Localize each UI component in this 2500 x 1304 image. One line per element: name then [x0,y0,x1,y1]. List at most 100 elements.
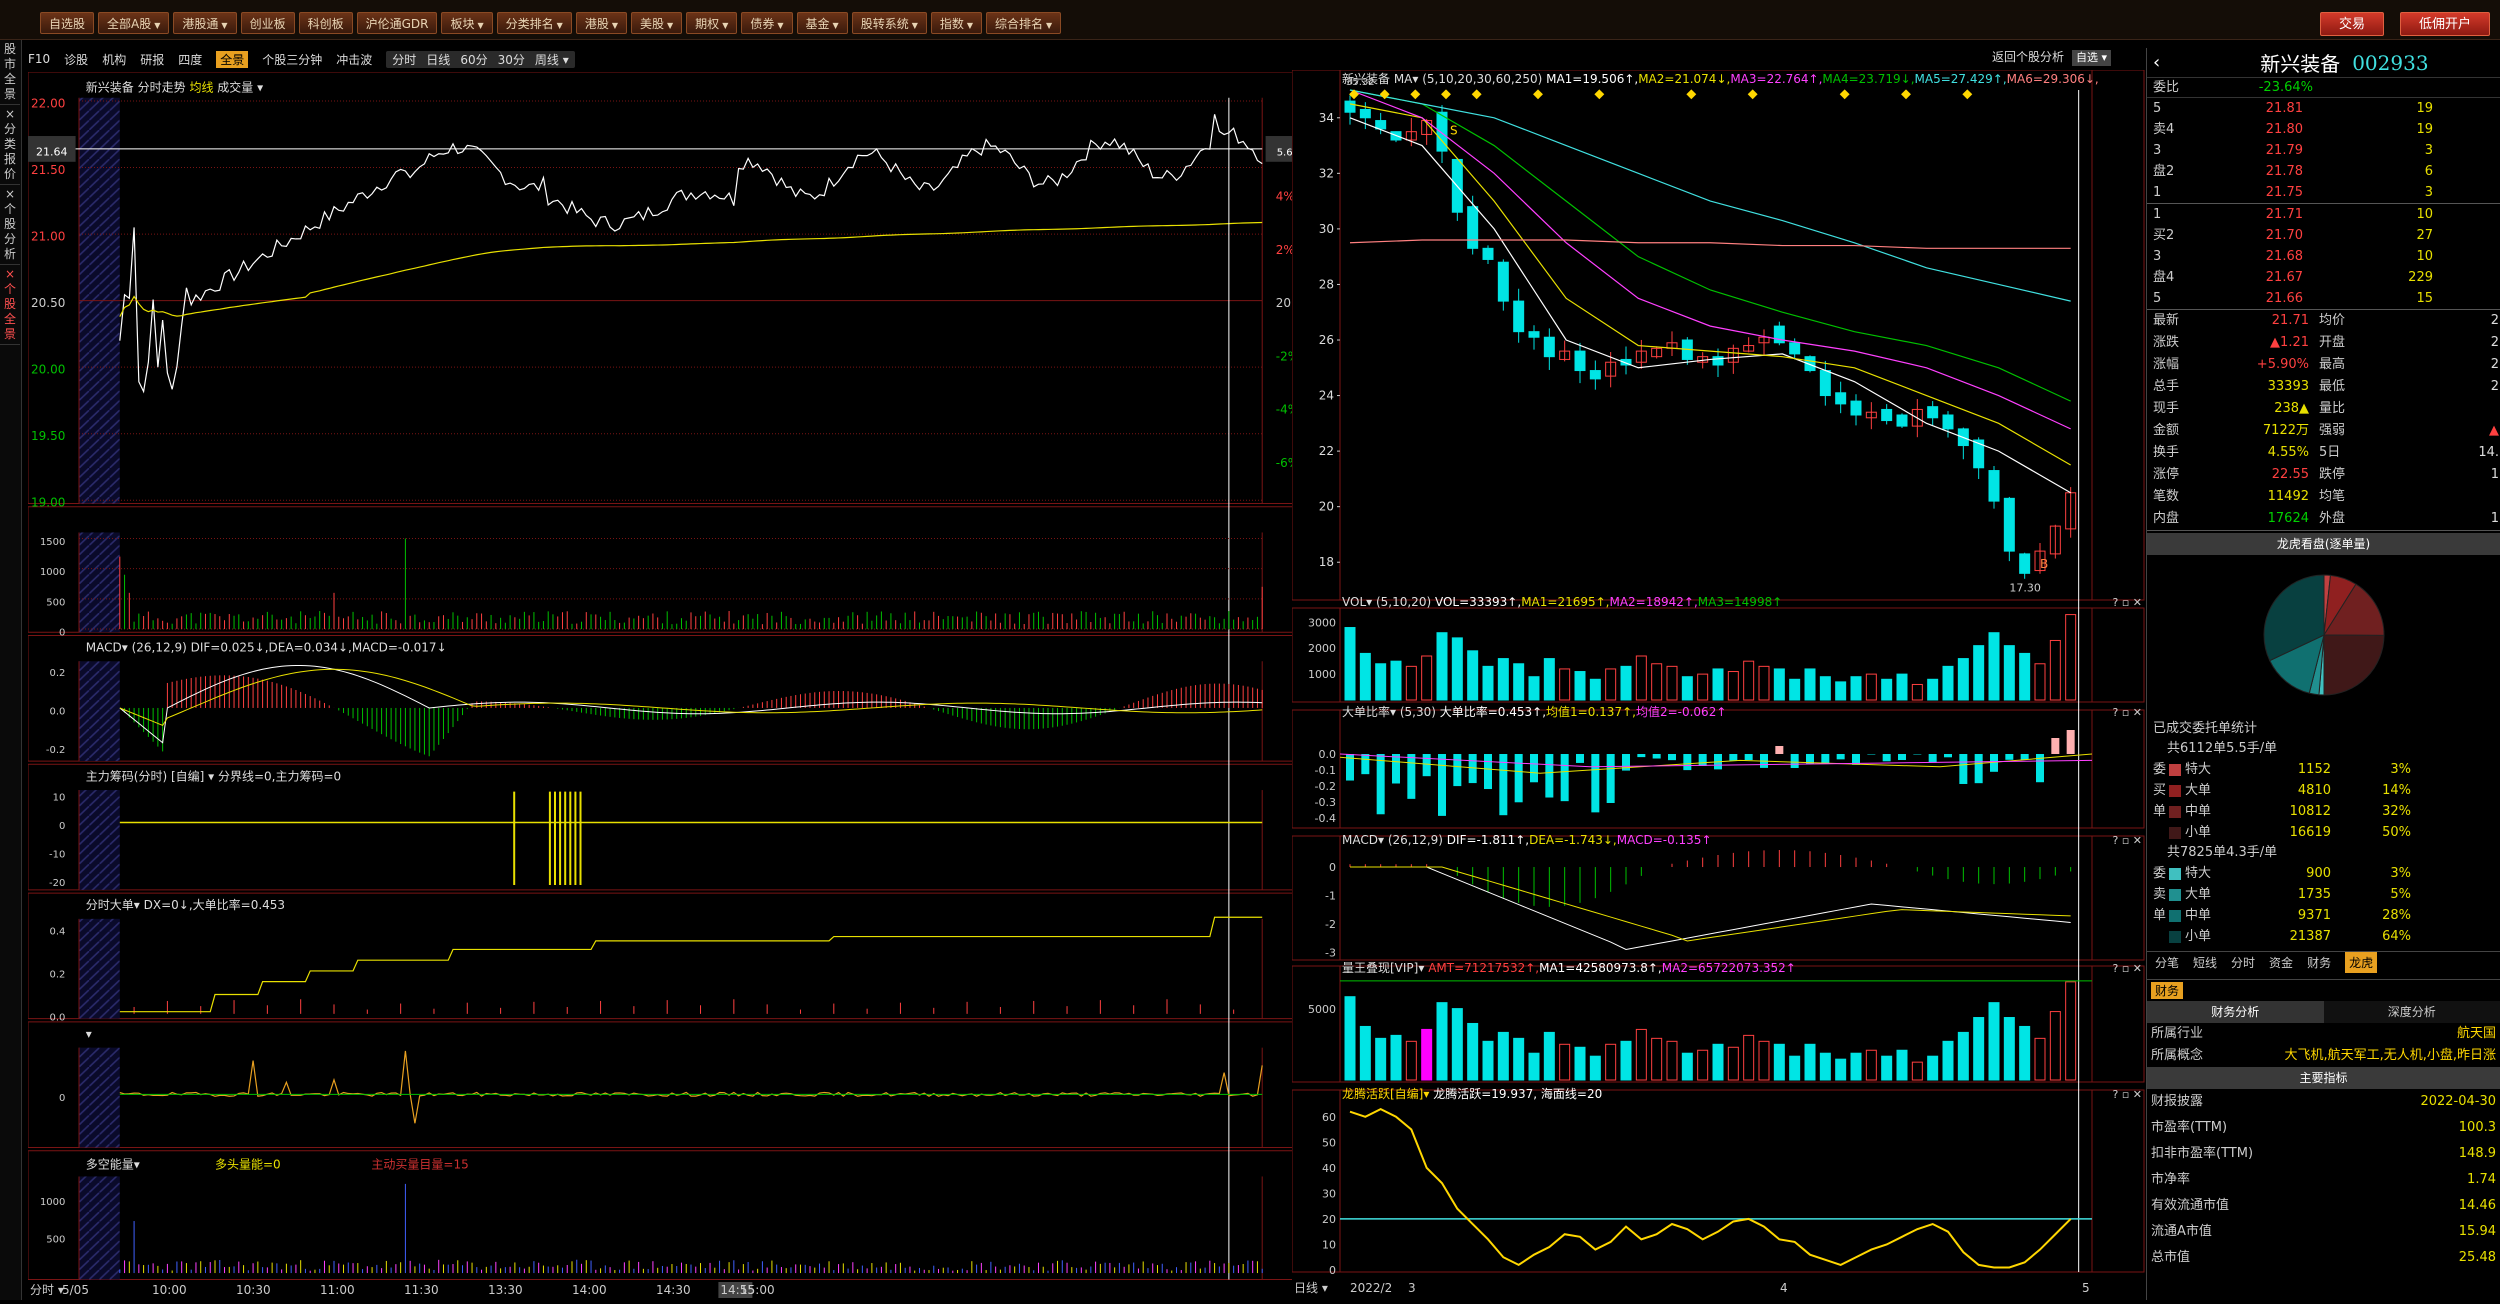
quote-tab-0[interactable]: 分笔 [2155,952,2179,973]
book-row[interactable]: 321.6810 [2147,246,2500,267]
pane-window-controls[interactable]: ? ▫ ✕ [2112,834,2142,847]
ddbl-bar [2051,738,2059,754]
subbar-tool-0[interactable]: 个股三分钟 [262,51,322,68]
book-row[interactable]: 卖421.8019 [2147,119,2500,140]
pane-window-controls[interactable]: ? ▫ ✕ [2112,962,2142,975]
event-marker-icon[interactable] [1533,89,1543,99]
candle-body [1836,393,1846,404]
event-marker-icon[interactable] [1410,89,1420,99]
subbar-item-0[interactable]: F10 [28,52,50,66]
back-to-analysis-button[interactable]: 返回个股分析 [1992,50,2064,64]
menu-item-6[interactable]: 板块▼ [441,12,492,34]
period-1[interactable]: 日线 [426,51,450,68]
menu-item-14[interactable]: 指数▼ [931,12,982,34]
side-tab-3[interactable]: ×个 股 全 景 [0,265,20,345]
menu-item-9[interactable]: 美股▼ [631,12,682,34]
subbar-item-2[interactable]: 机构 [102,51,126,68]
quote-tab-1[interactable]: 短线 [2193,952,2217,973]
period-2[interactable]: 60分 [460,51,487,68]
pane-window-controls[interactable]: ? ▫ ✕ [2112,596,2142,609]
event-marker-icon[interactable] [1748,89,1758,99]
menu-item-13[interactable]: 股转系统▼ [852,12,927,34]
pct-tick-right: -4% [1276,403,1292,417]
fin-analysis-tab[interactable]: 财务分析 [2147,1001,2324,1023]
chevron-down-icon: ▼ [967,21,973,30]
ddbl-bar [1975,754,1983,783]
menu-item-12[interactable]: 基金▼ [797,12,848,34]
menu-item-5[interactable]: 沪伦通GDR [357,12,438,34]
book-row[interactable]: 盘421.67229 [2147,267,2500,288]
quote-tab-3[interactable]: 资金 [2269,952,2293,973]
daily-pane-3 [1292,836,2144,960]
period-4[interactable]: 周线 ▾ [535,51,569,68]
fin-label: 有效流通市值 [2151,1193,2351,1219]
daily-vol-bar [1851,677,1861,700]
subbar-item-1[interactable]: 诊股 [64,51,88,68]
period-3[interactable]: 30分 [498,51,525,68]
event-marker-icon[interactable] [1472,89,1482,99]
order-value: 16619 [2241,822,2331,843]
event-marker-icon[interactable] [1840,89,1850,99]
menu-item-3[interactable]: 创业板 [241,12,295,34]
side-tab-2[interactable]: ×个 股 分 析 [0,185,20,265]
daily-vol-bar [1483,666,1493,700]
close-icon[interactable]: × [0,187,20,202]
subbar-item-3[interactable]: 研报 [140,51,164,68]
menu-item-10[interactable]: 期权▼ [686,12,737,34]
candle-body [1928,407,1938,418]
book-row[interactable]: 321.793 [2147,140,2500,161]
book-row[interactable]: 521.6615 [2147,288,2500,309]
subbar-tool-1[interactable]: 冲击波 [336,51,372,68]
side-tab-0[interactable]: 股 市 全 景 [0,40,20,105]
subbar-item-4[interactable]: 四度 [178,51,202,68]
quote-tab-active[interactable]: 龙虎 [2345,952,2377,973]
menu-item-2[interactable]: 港股通▼ [173,12,236,34]
event-marker-icon[interactable] [1441,89,1451,99]
ddbl-bar [1591,754,1599,812]
book-row[interactable]: 盘221.786 [2147,161,2500,182]
book-row[interactable]: 121.7110 [2147,204,2500,225]
book-row[interactable]: 买221.7027 [2147,225,2500,246]
fin-tab[interactable]: 财务 [2151,982,2183,999]
pane-window-controls[interactable]: ? ▫ ✕ [2112,1088,2142,1101]
event-marker-icon[interactable] [1594,89,1604,99]
menu-item-4[interactable]: 科创板 [299,12,353,34]
menu-item-1[interactable]: 全部A股▼ [98,12,169,34]
watchlist-select[interactable]: 自选 ▾ [2072,50,2111,66]
quote-tab-4[interactable]: 财务 [2307,952,2331,973]
menu-item-8[interactable]: 港股▼ [576,12,627,34]
pre-open-hatch [79,919,120,1019]
menu-item-7[interactable]: 分类排名▼ [497,12,572,34]
subbar-active-tab[interactable]: 全景 [216,51,248,68]
stat-value: 22.55 [2213,464,2309,486]
deep-analysis-tab[interactable]: 深度分析 [2324,1001,2500,1023]
quote-tab-2[interactable]: 分时 [2231,952,2255,973]
book-row[interactable]: 521.8119 [2147,98,2500,119]
event-marker-icon[interactable] [1901,89,1911,99]
close-icon[interactable]: × [0,107,20,122]
trade-button[interactable]: 交易 [2320,12,2384,36]
book-row[interactable]: 121.753 [2147,182,2500,203]
ddbl-bar [1392,754,1400,783]
close-icon[interactable]: × [0,267,20,282]
quote-tabs: 分笔短线分时资金财务龙虎 [2147,951,2500,973]
book-price: 21.81 [2223,98,2303,119]
side-tab-1[interactable]: ×分 类 报 价 [0,105,20,185]
menu-item-label: 港股 [585,17,609,31]
pane-window-controls[interactable]: ? ▫ ✕ [2112,706,2142,719]
ddbl-bar [1561,754,1569,801]
menu-item-15[interactable]: 综合排名▼ [986,12,1061,34]
period-0[interactable]: 分时 [392,51,416,68]
event-marker-icon[interactable] [1962,89,1972,99]
stat-label: 换手 [2153,442,2213,464]
event-marker-icon[interactable] [1686,89,1696,99]
vol-tick: 1000 [40,567,65,578]
lw-bar [1958,1032,1968,1080]
order-pct: 50% [2331,822,2411,843]
daily-chart-area: 返回个股分析 平移 自选 ▾ 新兴装备 MA▾ (5,10,20,30,60,2… [1292,48,2146,1300]
menu-item-11[interactable]: 债券▼ [741,12,792,34]
back-arrow-icon[interactable]: ‹ [2153,52,2160,73]
menu-item-0[interactable]: 自选股 [40,12,94,34]
open-account-button[interactable]: 低佣开户 [2400,12,2490,36]
fin-value: 148.9 [2351,1141,2496,1167]
